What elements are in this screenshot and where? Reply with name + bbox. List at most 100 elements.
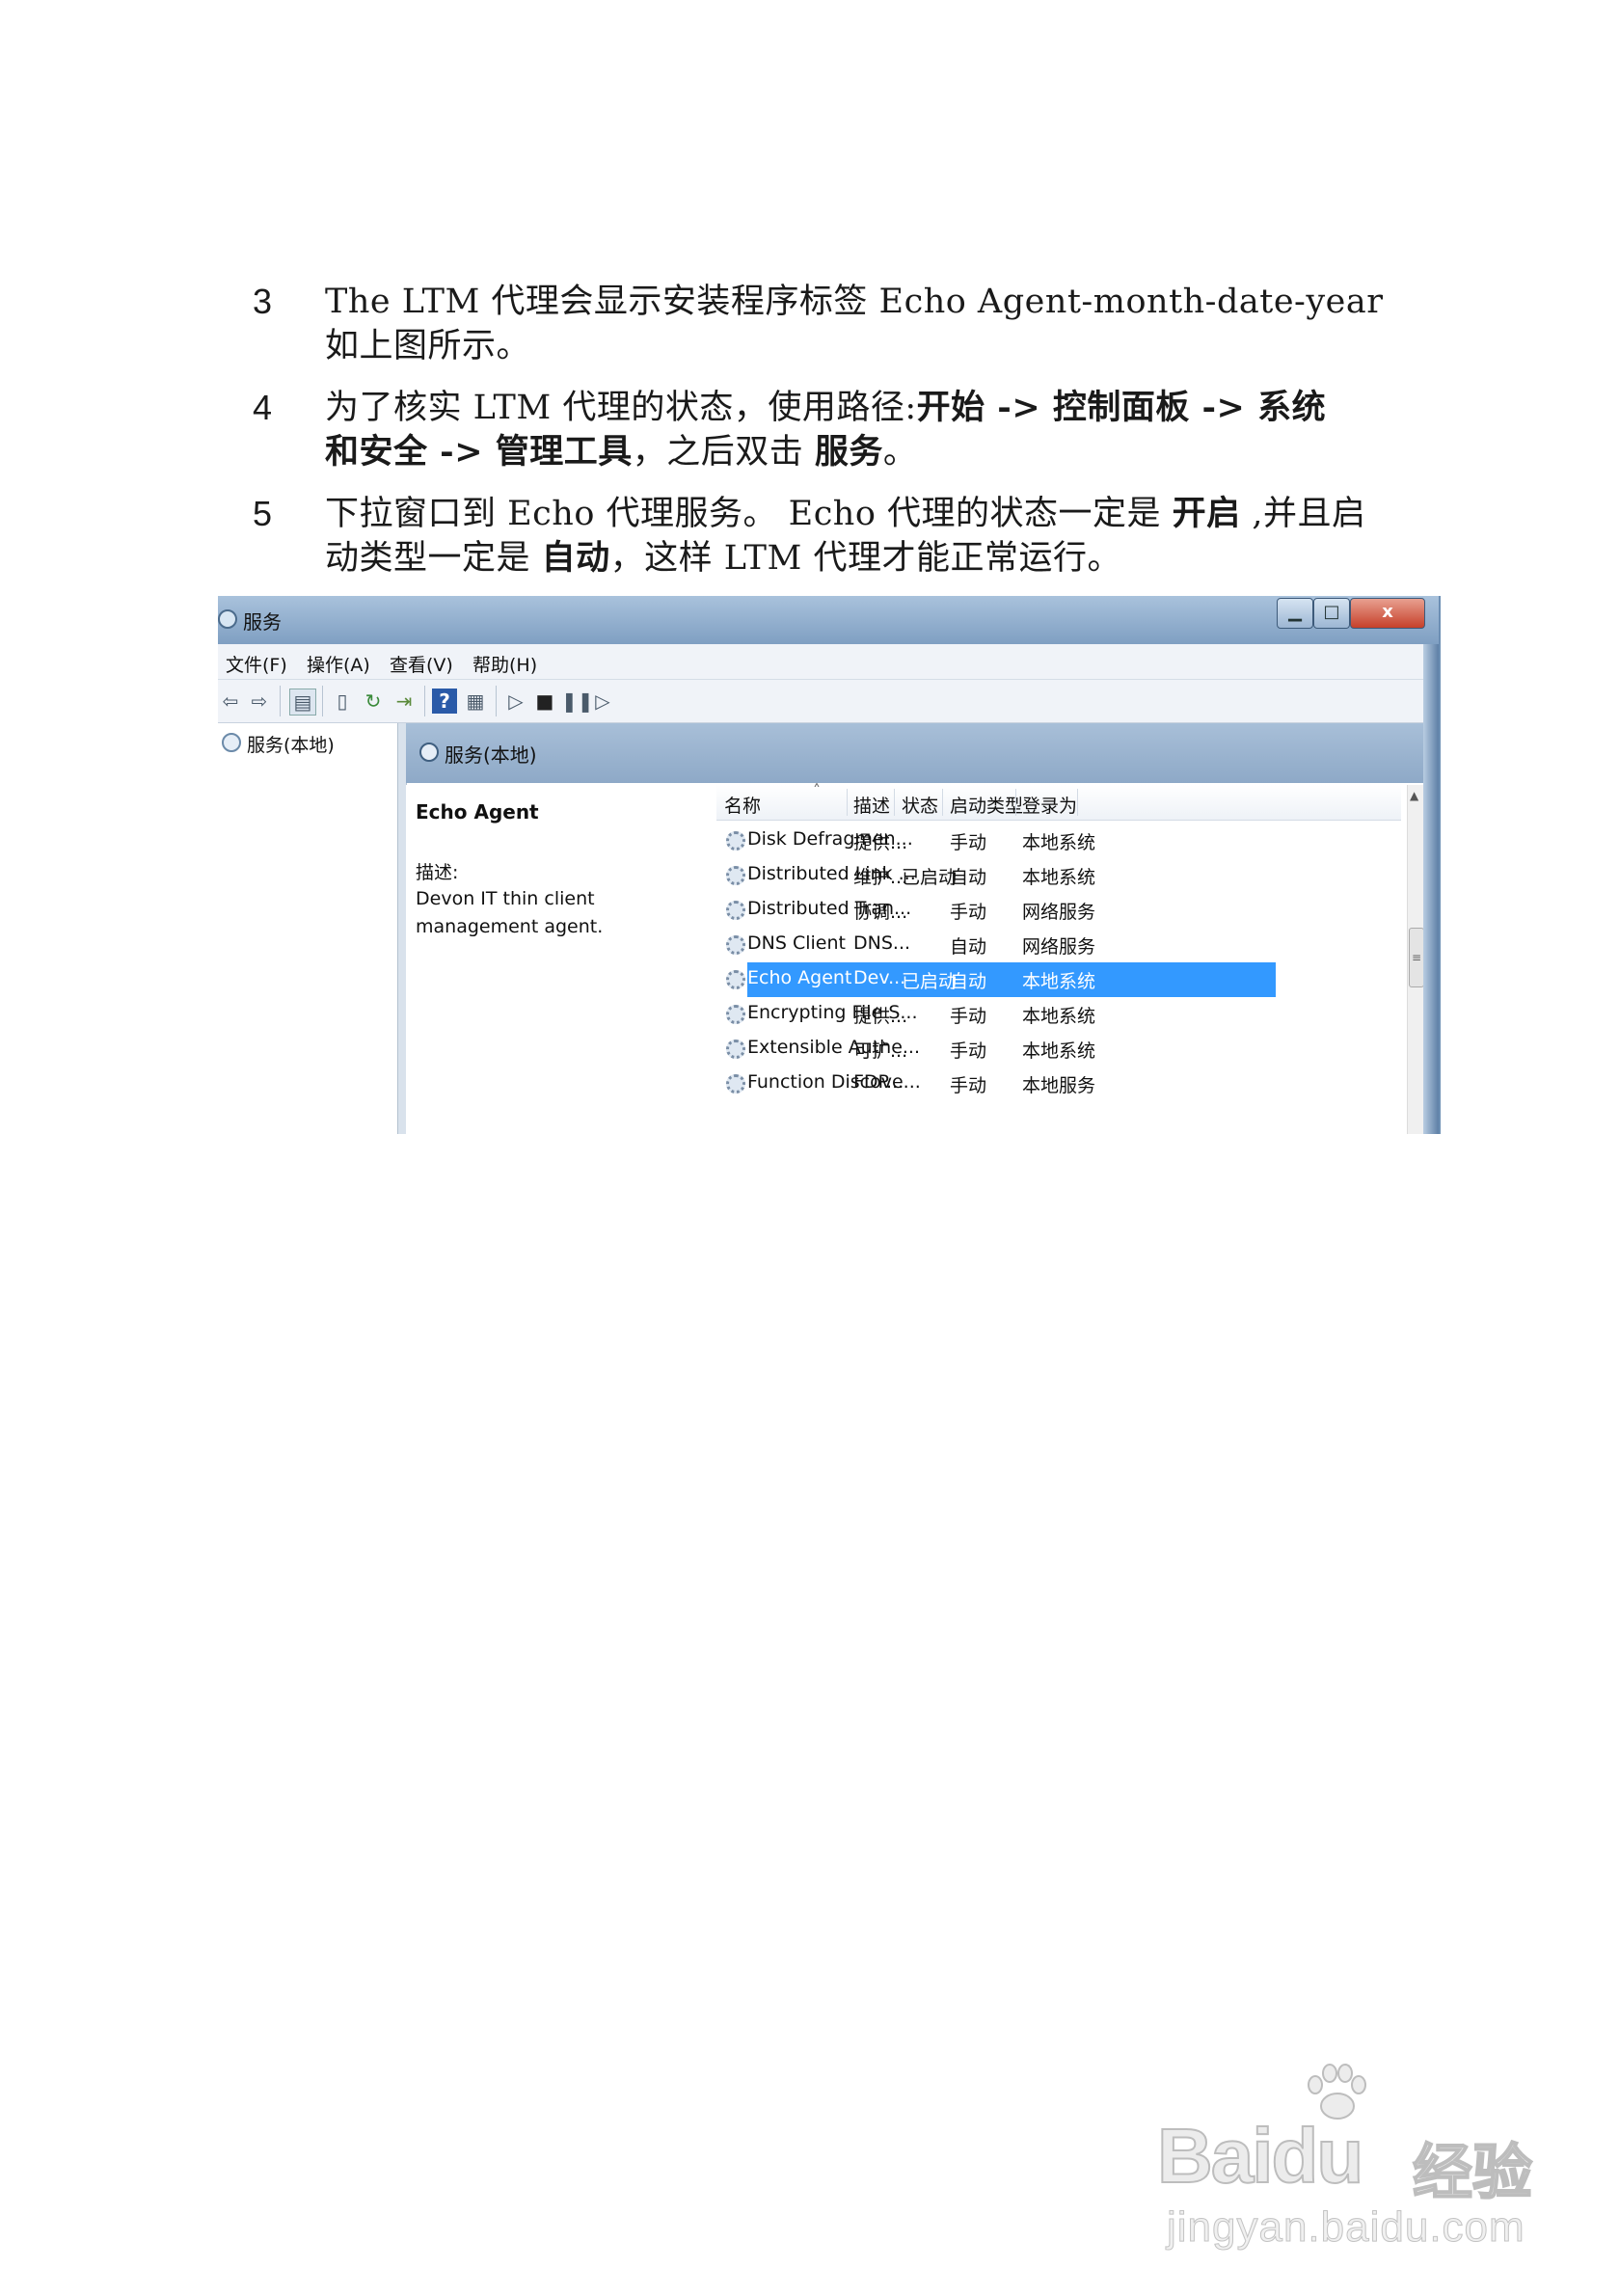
cell-startup-type: 手动 <box>950 1075 987 1096</box>
cell-description: DNS... <box>853 932 911 954</box>
cell-startup-type: 手动 <box>950 1006 987 1027</box>
menu-file[interactable]: 文件(F) <box>226 651 287 677</box>
column-headers: ˄ 名称 描述 状态 启动类型 登录为 <box>716 781 1401 821</box>
cell-startup-type: 手动 <box>950 902 987 923</box>
services-window-screenshot: 服务 ▁ □ x 文件(F) 操作(A) 查看(V) 帮助(H) ⇦ ⇨ ▤ ▯… <box>218 596 1441 1134</box>
cell-log-on-as: 本地系统 <box>1022 832 1096 853</box>
watermark-site: jingyan.baidu.com <box>1167 2203 1525 2252</box>
cell-startup-type: 自动 <box>950 867 987 888</box>
cell-startup-type: 自动 <box>950 971 987 992</box>
refresh-icon[interactable]: ↻ <box>361 689 386 714</box>
cell-description: Dev... <box>853 967 906 988</box>
vertical-scrollbar[interactable]: ▲ ≡ <box>1407 785 1424 1134</box>
menu-action[interactable]: 操作(A) <box>307 651 370 677</box>
column-status[interactable]: 状态 <box>902 792 938 818</box>
step-4-line-2: 和安全 -> 管理工具，之后双击 服务。 <box>325 430 1497 474</box>
column-log-on-as[interactable]: 登录为 <box>1022 792 1077 818</box>
step-4-services: 服务 <box>814 432 883 472</box>
pause-icon[interactable]: ❚❚ <box>561 689 594 714</box>
table-row[interactable]: Distributed Tran... 协调... 手动 网络服务 <box>716 893 1401 928</box>
service-gear-icon <box>726 866 745 885</box>
service-gear-icon <box>726 970 745 989</box>
cell-log-on-as: 网络服务 <box>1022 902 1096 923</box>
maximize-button[interactable]: □ <box>1313 598 1350 629</box>
cell-description: 可扩... <box>853 1040 908 1062</box>
close-button[interactable]: x <box>1350 598 1425 629</box>
cell-description: 提供... <box>853 832 908 853</box>
toolbar: ⇦ ⇨ ▤ ▯ ↻ ⇥ ? ▦ ▷ ■ ❚❚ ▷ <box>218 680 1423 723</box>
window-frame-edge <box>1423 644 1439 1134</box>
step-4-period: 。 <box>882 433 918 472</box>
toolbar-separator <box>322 686 323 716</box>
step-5-auto: 自动 <box>541 538 610 578</box>
column-divider[interactable] <box>1077 789 1078 816</box>
column-name[interactable]: 名称 <box>724 792 761 818</box>
menu-help[interactable]: 帮助(H) <box>472 651 537 677</box>
cell-name: Echo Agent <box>747 967 852 988</box>
column-divider[interactable] <box>847 789 848 816</box>
step-number: 3 <box>253 282 273 321</box>
tree-node-services-local[interactable]: 服务(本地) <box>247 731 335 757</box>
step-4-path: 开始 -> 控制面板 -> 系统 <box>916 388 1327 427</box>
menu-bar: 文件(F) 操作(A) 查看(V) 帮助(H) <box>218 644 1423 680</box>
cell-log-on-as: 网络服务 <box>1022 936 1096 958</box>
stop-icon[interactable]: ■ <box>532 689 557 714</box>
step-3-line-2: 如上图所示。 <box>325 327 531 365</box>
back-icon[interactable]: ⇦ <box>218 689 243 714</box>
table-row[interactable]: Disk Defragmen... 提供... 手动 本地系统 <box>716 824 1401 858</box>
scroll-up-icon[interactable]: ▲ <box>1410 789 1418 802</box>
cell-startup-type: 手动 <box>950 1040 987 1062</box>
play-icon[interactable]: ▷ <box>503 689 528 714</box>
description-label: 描述: <box>416 862 459 883</box>
step-5-started: 开启 <box>1172 494 1241 533</box>
watermark-brand: Baidu <box>1156 2112 1364 2201</box>
services-node-icon <box>222 733 241 752</box>
cell-log-on-as: 本地服务 <box>1022 1075 1096 1096</box>
toolbar-separator <box>424 686 425 716</box>
minimize-button[interactable]: ▁ <box>1277 598 1313 629</box>
table-row[interactable]: DNS Client DNS... 自动 网络服务 <box>716 928 1401 962</box>
table-row[interactable]: Extensible Authe... 可扩... 手动 本地系统 <box>716 1032 1401 1067</box>
cell-description: FDP... <box>853 1071 904 1093</box>
column-startup-type[interactable]: 启动类型 <box>950 792 1023 818</box>
column-divider[interactable] <box>894 789 895 816</box>
step-5-line-1: 下拉窗口到 Echo 代理服务。 Echo 代理的状态一定是 开启 ,并且启 <box>325 492 1497 536</box>
step-4-text: 为了核实 LTM 代理的状态，使用路径: <box>325 389 917 427</box>
menu-view[interactable]: 查看(V) <box>390 651 453 677</box>
restart-icon[interactable]: ▷ <box>590 689 615 714</box>
title-bar[interactable]: 服务 ▁ □ x <box>218 596 1439 644</box>
column-divider[interactable] <box>1015 789 1016 816</box>
properties-icon[interactable]: ▯ <box>330 689 355 714</box>
column-description[interactable]: 描述 <box>853 792 890 818</box>
baidu-jingyan-watermark: Baidu 经验 jingyan.baidu.com <box>1156 2064 1543 2256</box>
step-5-text: 下拉窗口到 Echo 代理服务。 Echo 代理的状态一定是 <box>325 495 1173 533</box>
window-title: 服务 <box>243 610 282 634</box>
toolbar-separator <box>280 686 281 716</box>
table-row[interactable]: Encrypting File S... 提供... 手动 本地系统 <box>716 997 1401 1032</box>
show-hide-tree-icon[interactable]: ▤ <box>289 689 316 716</box>
table-row[interactable]: Function Discove... FDP... 手动 本地服务 <box>716 1067 1401 1101</box>
table-row[interactable]: Distributed Link ... 维护... 已启动 自动 本地系统 <box>716 858 1401 893</box>
cell-log-on-as: 本地系统 <box>1022 971 1096 992</box>
step-number: 4 <box>253 388 273 427</box>
column-divider[interactable] <box>942 789 943 816</box>
service-gear-icon <box>726 901 745 920</box>
cell-name: DNS Client <box>747 932 846 954</box>
step-5-text-2: ,并且启 <box>1240 495 1366 533</box>
export-list-icon[interactable]: ⇥ <box>391 689 417 714</box>
step-text: The LTM 代理会显示安装程序标签 Echo Agent-month-dat… <box>325 280 1497 368</box>
services-icon <box>218 609 237 629</box>
step-4-path-cont: 和安全 -> 管理工具 <box>325 432 633 472</box>
service-gear-icon <box>726 1074 745 1094</box>
cell-log-on-as: 本地系统 <box>1022 867 1096 888</box>
view-icon[interactable]: ▦ <box>463 689 488 714</box>
help-icon[interactable]: ? <box>432 689 457 714</box>
table-row[interactable]: Echo Agent Dev... 已启动 自动 本地系统 <box>716 962 1401 997</box>
watermark-brand-bai: Bai <box>1156 2112 1274 2200</box>
step-5-text-4: ，这样 LTM 代理才能正常运行。 <box>609 539 1121 578</box>
forward-icon[interactable]: ⇨ <box>247 689 272 714</box>
selected-service-name: Echo Agent <box>416 800 539 824</box>
cell-status: 已启动 <box>902 867 958 888</box>
step-text: 为了核实 LTM 代理的状态，使用路径:开始 -> 控制面板 -> 系统 和安全… <box>325 386 1497 474</box>
scroll-thumb[interactable]: ≡ <box>1409 928 1424 987</box>
